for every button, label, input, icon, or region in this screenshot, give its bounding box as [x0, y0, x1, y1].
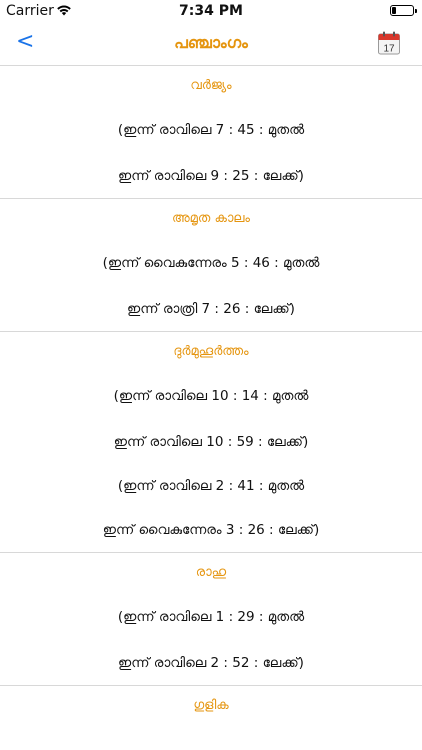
page-title: പഞ്ചാംഗം: [174, 33, 248, 52]
timing-row: (ഇന്ന് രാവിലെ 2 : 41 : മുതൽ: [117, 478, 305, 494]
timing-row: ഇന്ന് രാവിലെ 2 : 52 : ലേക്ക്): [118, 655, 304, 671]
section-title: ഗുളിക: [193, 698, 229, 713]
timing-row: ഇന്ന് രാത്രി 7 : 26 : ലേക്ക്): [127, 301, 295, 317]
timing-section: വർജ്യം (ഇന്ന് രാവിലെ 7 : 45 : മുതൽ ഇന്ന് ര…: [0, 66, 422, 199]
navigation-bar: < പഞ്ചാംഗം 17: [0, 22, 422, 66]
section-title: വർജ്യം: [190, 78, 232, 93]
timing-row: ഇന്ന് വൈകുന്നേരം 3 : 26 : ലേക്ക്): [102, 522, 320, 538]
timing-row: (ഇന്ന് രാവിലെ 10 : 14 : മുതൽ: [113, 388, 309, 404]
timings-list: വർജ്യം (ഇന്ന് രാവിലെ 7 : 45 : മുതൽ ഇന്ന് ര…: [0, 66, 422, 726]
timing-section: രാഹു (ഇന്ന് രാവിലെ 1 : 29 : മുതൽ ഇന്ന് രാവ…: [0, 553, 422, 686]
battery-icon: [390, 5, 417, 16]
timing-section: അമൃത കാലം (ഇന്ന് വൈകുന്നേരം 5 : 46 : മുതൽ…: [0, 199, 422, 332]
section-title: ദുർമുഹൂർത്തം: [173, 344, 249, 359]
timing-row: (ഇന്ന് രാവിലെ 1 : 29 : മുതൽ: [117, 609, 305, 625]
timing-section: ഗുളിക: [0, 686, 422, 726]
battery-level: [392, 7, 396, 14]
timing-row: (ഇന്ന് രാവിലെ 7 : 45 : മുതൽ: [117, 122, 305, 138]
timing-section: ദുർമുഹൂർത്തം (ഇന്ന് രാവിലെ 10 : 14 : മുതൽ…: [0, 332, 422, 553]
timing-row: ഇന്ന് രാവിലെ 10 : 59 : ലേക്ക്): [113, 434, 309, 450]
calendar-icon[interactable]: 17: [378, 31, 400, 55]
calendar-day-label: 17: [383, 44, 395, 55]
status-time: 7:34 PM: [179, 3, 243, 19]
timing-row: (ഇന്ന് വൈകുന്നേരം 5 : 46 : മുതൽ: [102, 255, 320, 271]
section-title: രാഹു: [195, 565, 227, 580]
timing-row: ഇന്ന് രാവിലെ 9 : 25 : ലേക്ക്): [118, 168, 304, 184]
status-bar: Carrier 7:34 PM: [0, 0, 422, 22]
section-title: അമൃത കാലം: [171, 211, 250, 226]
